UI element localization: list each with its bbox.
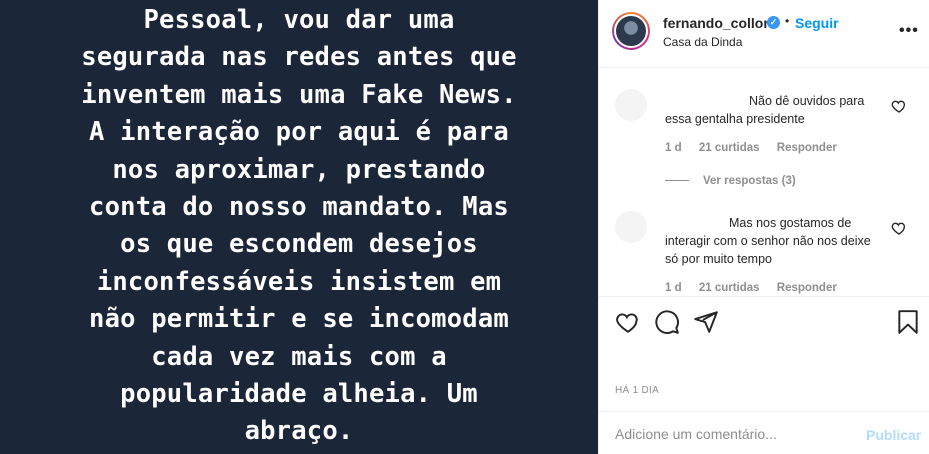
comment-likes[interactable]: 21 curtidas (699, 142, 760, 154)
post-text-line: nos aproximar, prestando (112, 154, 486, 185)
post-text-line: não permitir e se incomodam (89, 304, 509, 335)
post-text-line: abraço. (244, 416, 354, 447)
save-bookmark-icon[interactable] (895, 309, 921, 335)
post-text-line: os que escondem desejos (120, 229, 478, 260)
publish-button[interactable]: Publicar (866, 427, 921, 443)
author-username[interactable]: fernando_collor (663, 15, 769, 31)
post-text-line: Pessoal, vou dar uma (143, 5, 455, 35)
post-timestamp[interactable]: HÁ 1 DIA (615, 385, 659, 396)
comment-meta: 1 d 21 curtidas Responder (665, 282, 851, 294)
comment-bubble-icon[interactable] (654, 309, 680, 335)
comment-time[interactable]: 1 d (665, 142, 682, 154)
more-options-icon[interactable]: ••• (899, 22, 919, 40)
like-comment-heart-icon[interactable] (891, 98, 907, 114)
separator-dot: • (785, 14, 790, 28)
like-heart-icon[interactable] (615, 309, 641, 335)
location-link[interactable]: Casa da Dinda (663, 35, 742, 49)
comment-likes[interactable]: 21 curtidas (699, 282, 760, 294)
view-replies-button[interactable]: Ver respostas (3) (665, 175, 796, 187)
reply-button[interactable]: Responder (777, 142, 837, 154)
replies-divider (665, 180, 689, 182)
post-image: Pessoal, vou dar uma segurada nas redes … (0, 0, 598, 454)
post-text-line: A interação por aqui é para (89, 117, 509, 148)
comment-avatar[interactable] (615, 211, 647, 243)
follow-button[interactable]: Seguir (795, 15, 839, 31)
comments-list[interactable]: Não dê ouvidos para essa gentalha presid… (599, 69, 929, 295)
post-header: fernando_collor ✓ • Seguir Casa da Dinda… (599, 0, 929, 68)
post-text-line: popularidade alheia. Um (120, 379, 478, 410)
post-text-line: inconfessáveis insistem em (96, 266, 502, 297)
post-caption-image-text: Pessoal, vou dar uma segurada nas redes … (0, 2, 598, 451)
comment-text: Não dê ouvidos para essa gentalha presid… (665, 94, 865, 126)
view-replies-label: Ver respostas (3) (703, 175, 796, 187)
verified-badge-icon: ✓ (767, 16, 780, 29)
reply-button[interactable]: Responder (777, 282, 837, 294)
comment-time[interactable]: 1 d (665, 282, 682, 294)
author-avatar[interactable] (612, 12, 650, 50)
comment-input[interactable] (615, 425, 855, 443)
post-side-panel: fernando_collor ✓ • Seguir Casa da Dinda… (598, 0, 929, 454)
add-comment-bar: Publicar (599, 411, 929, 454)
like-comment-heart-icon[interactable] (891, 220, 907, 236)
post-text-line: inventem mais uma Fake News. (81, 79, 517, 110)
post-actions-bar (599, 296, 929, 346)
avatar-image (614, 14, 648, 48)
post-text-line: conta do nosso mandato. Mas (89, 192, 509, 223)
post-text-line: cada vez mais com a (151, 341, 447, 372)
post-text-line: segurada nas redes antes que (81, 42, 517, 73)
share-send-icon[interactable] (693, 309, 719, 335)
comment-meta: 1 d 21 curtidas Responder (665, 142, 851, 154)
comment-avatar[interactable] (615, 89, 647, 121)
comment-text: Mas nos gostamos de interagir com o senh… (665, 216, 871, 266)
